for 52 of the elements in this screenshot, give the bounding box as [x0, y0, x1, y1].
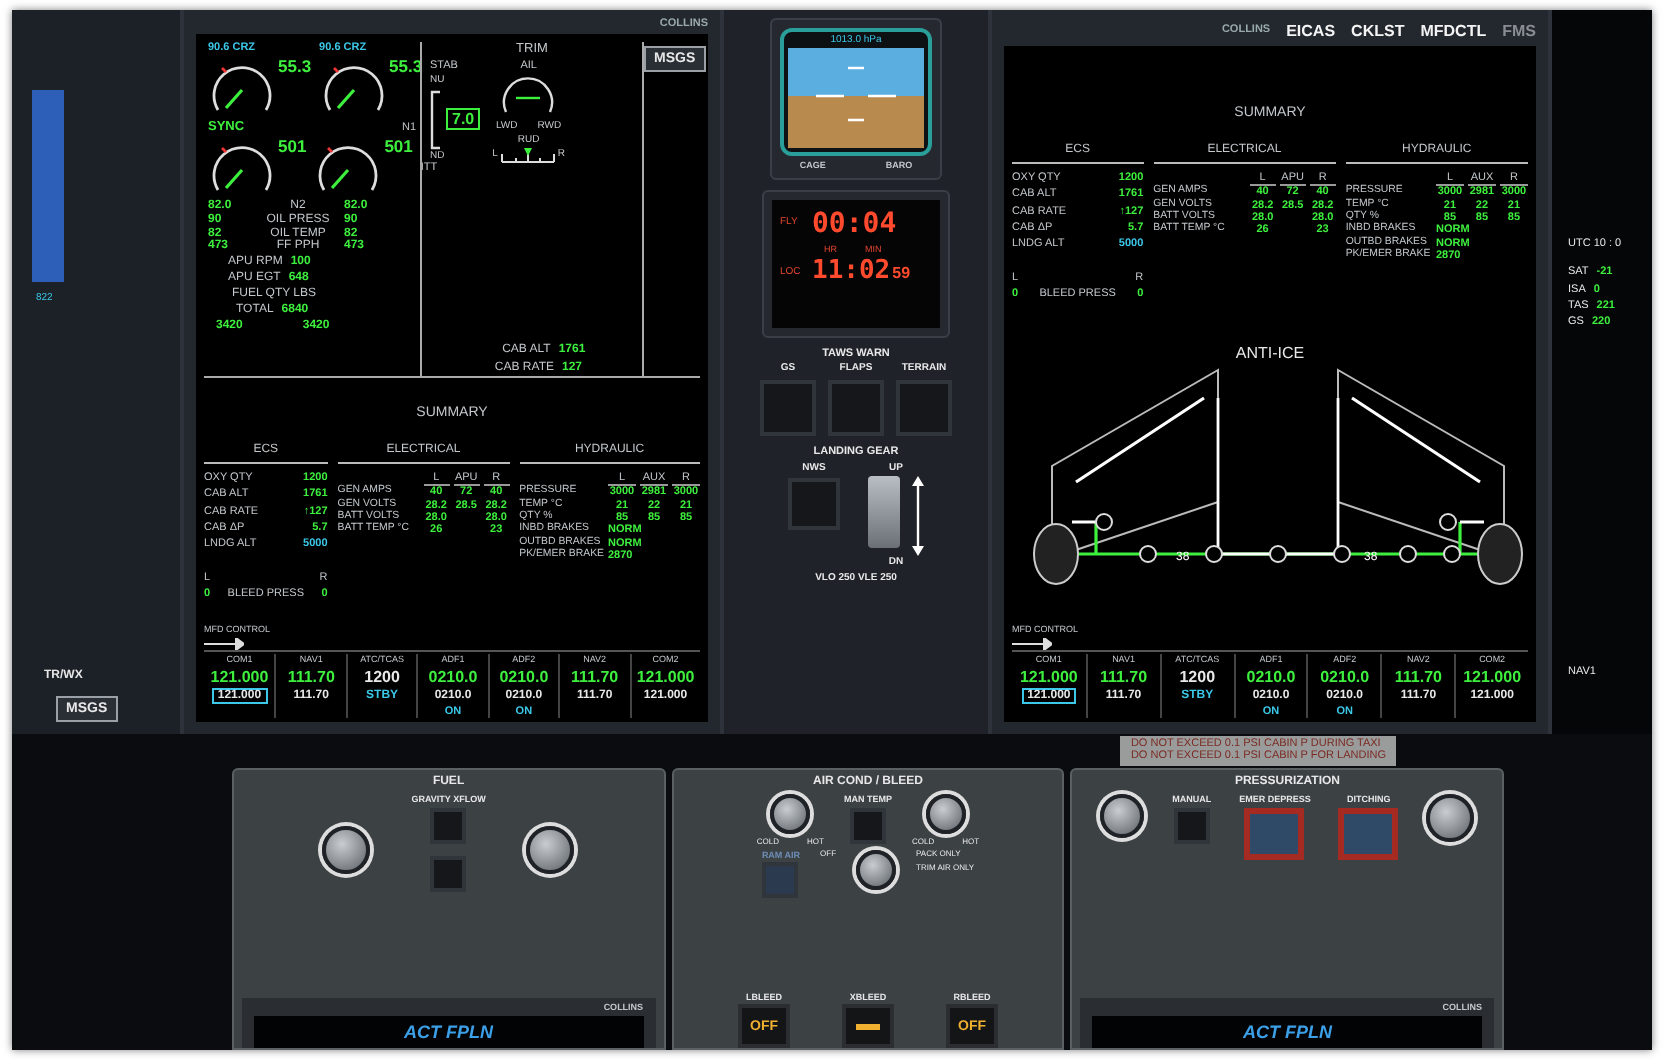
gauge-value: 501: [278, 137, 307, 158]
gravity-xflow-button[interactable]: [430, 855, 467, 892]
active-frequency[interactable]: 1200: [364, 667, 400, 686]
active-frequency[interactable]: 121.000: [636, 667, 695, 686]
dash-icon: [856, 1023, 880, 1029]
stab-trim-scale-icon: [430, 89, 442, 150]
local-seconds: 59: [892, 264, 911, 283]
active-frequency[interactable]: 1200: [1179, 667, 1216, 686]
active-frequency[interactable]: 111.70: [287, 667, 335, 686]
gauge-value: 55.3: [278, 58, 312, 79]
active-frequency[interactable]: 111.70: [1099, 667, 1148, 686]
rotary-knob[interactable]: [322, 825, 371, 874]
active-frequency[interactable]: 121.000: [1019, 667, 1078, 686]
landing-gear-lever[interactable]: [868, 476, 900, 549]
cdu-page-title: ACT FPLN: [404, 1021, 494, 1042]
mfd-tab[interactable]: CKLST: [1351, 21, 1405, 39]
local-time: 11:02: [812, 258, 891, 289]
attitude-indicator-drawing: [788, 47, 924, 148]
rotary-knob[interactable]: [856, 850, 897, 891]
cdu-page-title: ACT FPLN: [1242, 1021, 1332, 1042]
manual-button[interactable]: [1173, 807, 1210, 844]
guarded-switch[interactable]: [1244, 807, 1305, 860]
mfd-tab[interactable]: EICAS: [1286, 21, 1336, 39]
guarded-switch[interactable]: [1338, 807, 1399, 860]
rotary-knob[interactable]: [925, 793, 966, 834]
active-frequency[interactable]: 121.000: [1463, 667, 1522, 686]
active-frequency[interactable]: 0210.0: [428, 667, 478, 686]
taws-button[interactable]: [760, 380, 816, 437]
synoptic-title: ANTI-ICE: [1235, 344, 1305, 363]
rudder-trim-scale-icon: [499, 148, 556, 165]
active-frequency[interactable]: 111.70: [571, 667, 619, 686]
arrow-icon: [204, 638, 244, 651]
rotary-knob[interactable]: [526, 825, 575, 874]
gauge-value: 501: [384, 137, 413, 158]
double-arrow-icon: [912, 476, 924, 557]
rotary-knob[interactable]: [1100, 793, 1145, 838]
flight-time: 00:04: [812, 207, 899, 241]
active-frequency[interactable]: 0210.0: [499, 667, 549, 686]
mfd-tab[interactable]: MFDCTL: [1420, 21, 1487, 39]
taws-button[interactable]: [896, 380, 952, 437]
gravity-xflow-button[interactable]: [430, 807, 467, 844]
active-frequency[interactable]: 0210.0: [1320, 667, 1370, 686]
stab-trim-value: 7.0: [446, 108, 481, 131]
active-frequency[interactable]: 0210.0: [1246, 667, 1296, 686]
arrow-icon: [1012, 638, 1052, 651]
bleed-button[interactable]: [842, 1004, 894, 1048]
taws-button[interactable]: [828, 380, 884, 437]
rotary-knob[interactable]: [770, 793, 811, 834]
rotary-knob[interactable]: [1426, 793, 1475, 842]
active-frequency[interactable]: 111.70: [1394, 667, 1442, 686]
nws-button[interactable]: [788, 478, 840, 531]
active-frequency[interactable]: 121.000: [210, 667, 269, 686]
